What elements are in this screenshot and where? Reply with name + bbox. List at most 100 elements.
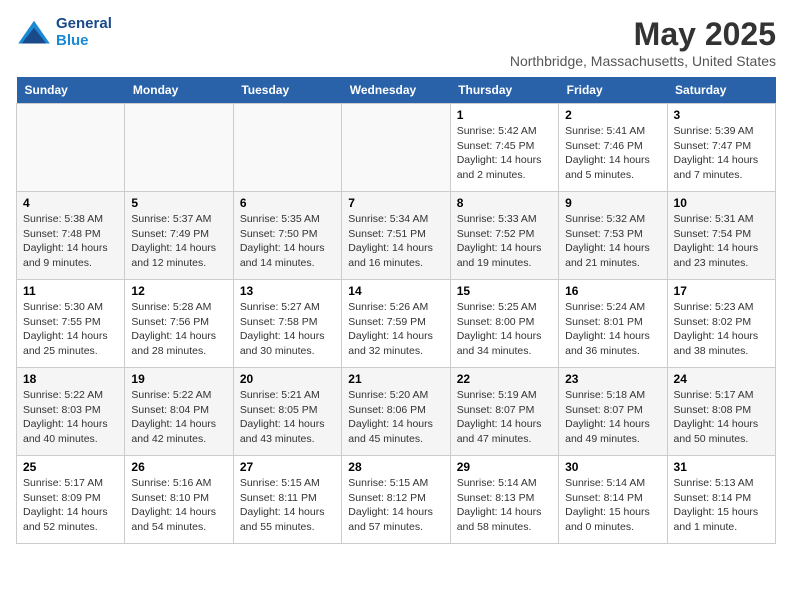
day-number: 21 <box>348 372 443 386</box>
day-info: Sunrise: 5:38 AM Sunset: 7:48 PM Dayligh… <box>23 212 118 271</box>
cell-w3-d3: 14Sunrise: 5:26 AM Sunset: 7:59 PM Dayli… <box>342 280 450 368</box>
day-info: Sunrise: 5:28 AM Sunset: 7:56 PM Dayligh… <box>131 300 226 359</box>
cell-w5-d1: 26 Sunrise: 5:16 AM Sunset: 8:10 PM Dayli… <box>125 456 233 544</box>
cell-w4-d4: 22Sunrise: 5:19 AM Sunset: 8:07 PM Dayli… <box>450 368 558 456</box>
cell-w5-d5: 30Sunrise: 5:14 AM Sunset: 8:14 PM Dayli… <box>559 456 667 544</box>
day-number: 18 <box>23 372 118 386</box>
day-number: 16 <box>565 284 660 298</box>
cell-w2-d4: 8 Sunrise: 5:33 AM Sunset: 7:52 PM Daylig… <box>450 192 558 280</box>
cell-w4-d0: 18 Sunrise: 5:22 AM Sunset: 8:03 PM Dayli… <box>17 368 125 456</box>
cell-w4-d3: 21 Sunrise: 5:20 AM Sunset: 8:06 PM Dayli… <box>342 368 450 456</box>
col-saturday: Saturday <box>667 77 775 104</box>
logo-text-general: General <box>56 16 112 33</box>
day-number: 8 <box>457 196 552 210</box>
day-info: Sunrise: 5:14 AM Sunset: 8:13 PM Dayligh… <box>457 476 552 535</box>
logo-icon <box>16 19 52 47</box>
cell-w2-d3: 7 Sunrise: 5:34 AM Sunset: 7:51 PM Daylig… <box>342 192 450 280</box>
header-row: Sunday Monday Tuesday Wednesday Thursday… <box>17 77 776 104</box>
col-thursday: Thursday <box>450 77 558 104</box>
day-info: Sunrise: 5:27 AM Sunset: 7:58 PM Dayligh… <box>240 300 335 359</box>
day-number: 28 <box>348 460 443 474</box>
day-info: Sunrise: 5:22 AM Sunset: 8:03 PM Dayligh… <box>23 388 118 447</box>
cell-w1-d2 <box>233 104 341 192</box>
col-friday: Friday <box>559 77 667 104</box>
day-info: Sunrise: 5:42 AM Sunset: 7:45 PM Dayligh… <box>457 124 552 183</box>
title-area: May 2025 Northbridge, Massachusetts, Uni… <box>510 16 776 69</box>
day-number: 2 <box>565 108 660 122</box>
day-number: 12 <box>131 284 226 298</box>
cell-w3-d6: 17Sunrise: 5:23 AM Sunset: 8:02 PM Dayli… <box>667 280 775 368</box>
cell-w1-d5: 2 Sunrise: 5:41 AM Sunset: 7:46 PM Daylig… <box>559 104 667 192</box>
col-wednesday: Wednesday <box>342 77 450 104</box>
day-info: Sunrise: 5:16 AM Sunset: 8:10 PM Dayligh… <box>131 476 226 535</box>
month-title: May 2025 <box>510 16 776 53</box>
col-monday: Monday <box>125 77 233 104</box>
day-number: 27 <box>240 460 335 474</box>
day-info: Sunrise: 5:24 AM Sunset: 8:01 PM Dayligh… <box>565 300 660 359</box>
day-number: 13 <box>240 284 335 298</box>
cell-w4-d1: 19 Sunrise: 5:22 AM Sunset: 8:04 PM Dayli… <box>125 368 233 456</box>
cell-w1-d4: 1 Sunrise: 5:42 AM Sunset: 7:45 PM Daylig… <box>450 104 558 192</box>
col-sunday: Sunday <box>17 77 125 104</box>
day-info: Sunrise: 5:20 AM Sunset: 8:06 PM Dayligh… <box>348 388 443 447</box>
day-number: 7 <box>348 196 443 210</box>
logo-text-blue: Blue <box>56 33 112 50</box>
day-info: Sunrise: 5:13 AM Sunset: 8:14 PM Dayligh… <box>674 476 769 535</box>
cell-w3-d1: 12 Sunrise: 5:28 AM Sunset: 7:56 PM Dayli… <box>125 280 233 368</box>
day-number: 10 <box>674 196 769 210</box>
day-number: 30 <box>565 460 660 474</box>
cell-w3-d4: 15 Sunrise: 5:25 AM Sunset: 8:00 PM Dayli… <box>450 280 558 368</box>
location: Northbridge, Massachusetts, United State… <box>510 53 776 69</box>
day-number: 17 <box>674 284 769 298</box>
day-info: Sunrise: 5:34 AM Sunset: 7:51 PM Dayligh… <box>348 212 443 271</box>
cell-w2-d5: 9Sunrise: 5:32 AM Sunset: 7:53 PM Daylig… <box>559 192 667 280</box>
day-info: Sunrise: 5:21 AM Sunset: 8:05 PM Dayligh… <box>240 388 335 447</box>
calendar-table: Sunday Monday Tuesday Wednesday Thursday… <box>16 77 776 544</box>
cell-w2-d2: 6Sunrise: 5:35 AM Sunset: 7:50 PM Daylig… <box>233 192 341 280</box>
cell-w1-d6: 3Sunrise: 5:39 AM Sunset: 7:47 PM Daylig… <box>667 104 775 192</box>
day-info: Sunrise: 5:22 AM Sunset: 8:04 PM Dayligh… <box>131 388 226 447</box>
page-header: General Blue May 2025 Northbridge, Massa… <box>16 16 776 69</box>
cell-w5-d3: 28 Sunrise: 5:15 AM Sunset: 8:12 PM Dayli… <box>342 456 450 544</box>
day-number: 22 <box>457 372 552 386</box>
day-number: 1 <box>457 108 552 122</box>
cell-w2-d1: 5Sunrise: 5:37 AM Sunset: 7:49 PM Daylig… <box>125 192 233 280</box>
day-info: Sunrise: 5:17 AM Sunset: 8:08 PM Dayligh… <box>674 388 769 447</box>
cell-w1-d1 <box>125 104 233 192</box>
day-number: 26 <box>131 460 226 474</box>
day-info: Sunrise: 5:26 AM Sunset: 7:59 PM Dayligh… <box>348 300 443 359</box>
week-row-4: 18 Sunrise: 5:22 AM Sunset: 8:03 PM Dayli… <box>17 368 776 456</box>
day-number: 20 <box>240 372 335 386</box>
week-row-2: 4 Sunrise: 5:38 AM Sunset: 7:48 PM Daylig… <box>17 192 776 280</box>
day-info: Sunrise: 5:31 AM Sunset: 7:54 PM Dayligh… <box>674 212 769 271</box>
day-number: 19 <box>131 372 226 386</box>
week-row-5: 25Sunrise: 5:17 AM Sunset: 8:09 PM Dayli… <box>17 456 776 544</box>
day-number: 29 <box>457 460 552 474</box>
day-number: 3 <box>674 108 769 122</box>
day-number: 15 <box>457 284 552 298</box>
week-row-3: 11Sunrise: 5:30 AM Sunset: 7:55 PM Dayli… <box>17 280 776 368</box>
cell-w2-d6: 10 Sunrise: 5:31 AM Sunset: 7:54 PM Dayli… <box>667 192 775 280</box>
day-info: Sunrise: 5:15 AM Sunset: 8:12 PM Dayligh… <box>348 476 443 535</box>
day-info: Sunrise: 5:18 AM Sunset: 8:07 PM Dayligh… <box>565 388 660 447</box>
day-number: 4 <box>23 196 118 210</box>
day-number: 9 <box>565 196 660 210</box>
week-row-1: 1 Sunrise: 5:42 AM Sunset: 7:45 PM Daylig… <box>17 104 776 192</box>
cell-w1-d0 <box>17 104 125 192</box>
cell-w1-d3 <box>342 104 450 192</box>
cell-w5-d2: 27Sunrise: 5:15 AM Sunset: 8:11 PM Dayli… <box>233 456 341 544</box>
cell-w3-d2: 13 Sunrise: 5:27 AM Sunset: 7:58 PM Dayli… <box>233 280 341 368</box>
cell-w5-d4: 29 Sunrise: 5:14 AM Sunset: 8:13 PM Dayli… <box>450 456 558 544</box>
day-number: 24 <box>674 372 769 386</box>
cell-w5-d0: 25Sunrise: 5:17 AM Sunset: 8:09 PM Dayli… <box>17 456 125 544</box>
day-number: 23 <box>565 372 660 386</box>
day-info: Sunrise: 5:30 AM Sunset: 7:55 PM Dayligh… <box>23 300 118 359</box>
day-number: 5 <box>131 196 226 210</box>
cell-w4-d5: 23 Sunrise: 5:18 AM Sunset: 8:07 PM Dayli… <box>559 368 667 456</box>
day-info: Sunrise: 5:17 AM Sunset: 8:09 PM Dayligh… <box>23 476 118 535</box>
day-info: Sunrise: 5:41 AM Sunset: 7:46 PM Dayligh… <box>565 124 660 183</box>
cell-w4-d6: 24 Sunrise: 5:17 AM Sunset: 8:08 PM Dayli… <box>667 368 775 456</box>
day-number: 6 <box>240 196 335 210</box>
day-info: Sunrise: 5:25 AM Sunset: 8:00 PM Dayligh… <box>457 300 552 359</box>
day-info: Sunrise: 5:33 AM Sunset: 7:52 PM Dayligh… <box>457 212 552 271</box>
